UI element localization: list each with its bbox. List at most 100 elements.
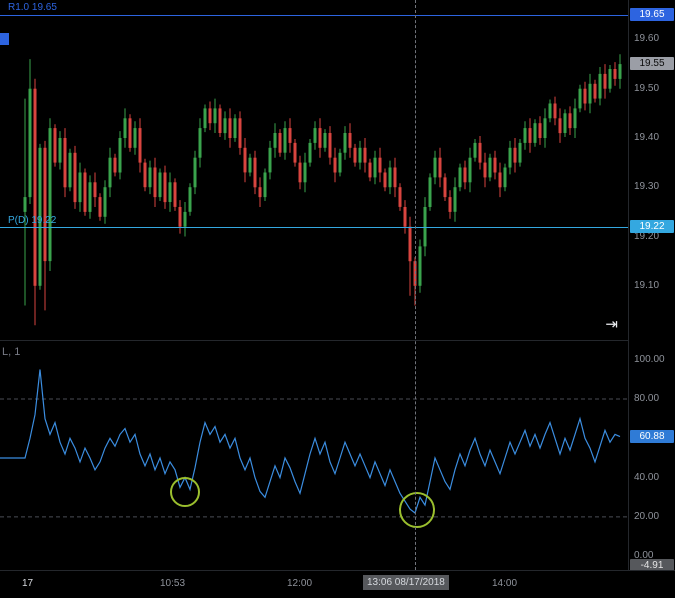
oscillator-pane[interactable]: L, 1 bbox=[0, 342, 628, 570]
axis-price-badge: 19.55 bbox=[630, 57, 674, 70]
candle-body bbox=[618, 64, 622, 79]
candlestick-chart bbox=[23, 54, 622, 326]
candle-body bbox=[288, 128, 292, 143]
candle-body bbox=[213, 108, 217, 124]
annotation-circle[interactable] bbox=[399, 492, 435, 528]
candle-body bbox=[83, 172, 87, 212]
candle-body bbox=[228, 118, 232, 138]
candle-body bbox=[438, 157, 442, 178]
candle-body bbox=[203, 108, 207, 129]
price-pane[interactable]: R1.0 19.65 P(D) 19.22 ⇥ bbox=[0, 0, 628, 340]
price-axis[interactable]: 19.60 19.50 19.40 19.30 19.20 19.10 100.00 80.0… bbox=[628, 0, 675, 572]
candle-body bbox=[68, 152, 72, 188]
candle-body bbox=[48, 128, 52, 262]
candle-body bbox=[363, 147, 367, 163]
candle-body bbox=[403, 207, 407, 227]
crosshair-vertical-line bbox=[415, 0, 416, 570]
axis-tick-label: 19.60 bbox=[634, 33, 660, 44]
candle-body bbox=[178, 207, 182, 227]
candle-body bbox=[223, 118, 227, 134]
candle-body bbox=[503, 167, 507, 188]
candle-body bbox=[133, 128, 137, 148]
candle-body bbox=[123, 118, 127, 138]
time-tick-label: 10:53 bbox=[160, 578, 186, 589]
candle-body bbox=[173, 182, 177, 207]
time-tick-label: 14:00 bbox=[492, 578, 518, 589]
candle-body bbox=[308, 142, 312, 163]
axis-tick-label: 80.00 bbox=[634, 393, 660, 404]
resistance-line-r1[interactable] bbox=[0, 15, 628, 16]
candle-body bbox=[518, 142, 522, 163]
candle-body bbox=[88, 182, 92, 212]
candle-body bbox=[418, 246, 422, 286]
candle-body bbox=[278, 133, 282, 153]
candle-body bbox=[353, 147, 357, 163]
time-tick-label: 12:00 bbox=[287, 578, 313, 589]
candle-body bbox=[273, 133, 277, 148]
axis-tick-label: 100.00 bbox=[634, 354, 665, 365]
candle-body bbox=[553, 103, 557, 119]
candle-body bbox=[468, 157, 472, 183]
candle-body bbox=[408, 226, 412, 262]
candle-body bbox=[593, 83, 597, 99]
pane-divider[interactable] bbox=[0, 340, 675, 341]
candle-body bbox=[268, 147, 272, 173]
candle-body bbox=[103, 187, 107, 217]
candle-body bbox=[138, 128, 142, 163]
candle-body bbox=[603, 73, 607, 89]
candle-body bbox=[253, 157, 257, 188]
candle-body bbox=[58, 138, 62, 163]
annotation-circle[interactable] bbox=[170, 477, 200, 507]
candle-body bbox=[583, 88, 587, 104]
candle-body bbox=[508, 147, 512, 168]
crosshair-time-badge: 13:06 08/17/2018 bbox=[363, 575, 449, 590]
resistance-label-r1: R1.0 19.65 bbox=[8, 2, 57, 13]
axis-tick-label: 40.00 bbox=[634, 472, 660, 483]
time-tick-label: 17 bbox=[22, 578, 34, 589]
axis-tick-label: 19.50 bbox=[634, 83, 660, 94]
oscillator-plot bbox=[0, 369, 628, 528]
candle-body bbox=[463, 167, 467, 183]
candle-body bbox=[143, 162, 147, 188]
candle-body bbox=[608, 69, 612, 89]
candle-body bbox=[118, 138, 122, 173]
candle-body bbox=[348, 133, 352, 148]
candle-body bbox=[443, 177, 447, 198]
candle-body bbox=[113, 157, 117, 173]
candle-body bbox=[478, 142, 482, 163]
axis-price-badge: 60.88 bbox=[630, 430, 674, 443]
candle-body bbox=[493, 157, 497, 173]
candle-body bbox=[193, 157, 197, 188]
go-to-latest-icon[interactable]: ⇥ bbox=[605, 317, 618, 332]
time-axis[interactable]: 17 10:53 12:00 14:00 13:06 08/17/2018 bbox=[0, 570, 675, 598]
candle-body bbox=[263, 172, 267, 198]
candle-body bbox=[378, 157, 382, 173]
candle-body bbox=[233, 118, 237, 138]
candle-body bbox=[98, 197, 102, 217]
axis-price-badge: 19.65 bbox=[630, 8, 674, 21]
candle-body bbox=[578, 88, 582, 109]
candle-body bbox=[358, 147, 362, 163]
axis-tick-label: 19.40 bbox=[634, 132, 660, 143]
pivot-label-p: P(D) 19.22 bbox=[8, 215, 57, 226]
candle-body bbox=[248, 157, 252, 173]
oscillator-label: L, 1 bbox=[2, 346, 21, 358]
pivot-line-p[interactable] bbox=[0, 227, 628, 228]
candle-body bbox=[293, 142, 297, 163]
candle-body bbox=[243, 147, 247, 173]
candle-body bbox=[433, 157, 437, 178]
candle-body bbox=[338, 152, 342, 173]
candle-body bbox=[23, 197, 27, 212]
candle-body bbox=[73, 152, 77, 203]
candle-body bbox=[323, 133, 327, 148]
candle-body bbox=[208, 108, 212, 124]
candle-body bbox=[483, 162, 487, 178]
candle-body bbox=[153, 167, 157, 198]
candle-body bbox=[498, 172, 502, 188]
candle-body bbox=[93, 182, 97, 198]
candle-body bbox=[373, 157, 377, 178]
oscillator-line bbox=[0, 369, 621, 515]
candle-body bbox=[168, 182, 172, 202]
candle-body bbox=[53, 128, 57, 163]
candle-body bbox=[543, 118, 547, 138]
